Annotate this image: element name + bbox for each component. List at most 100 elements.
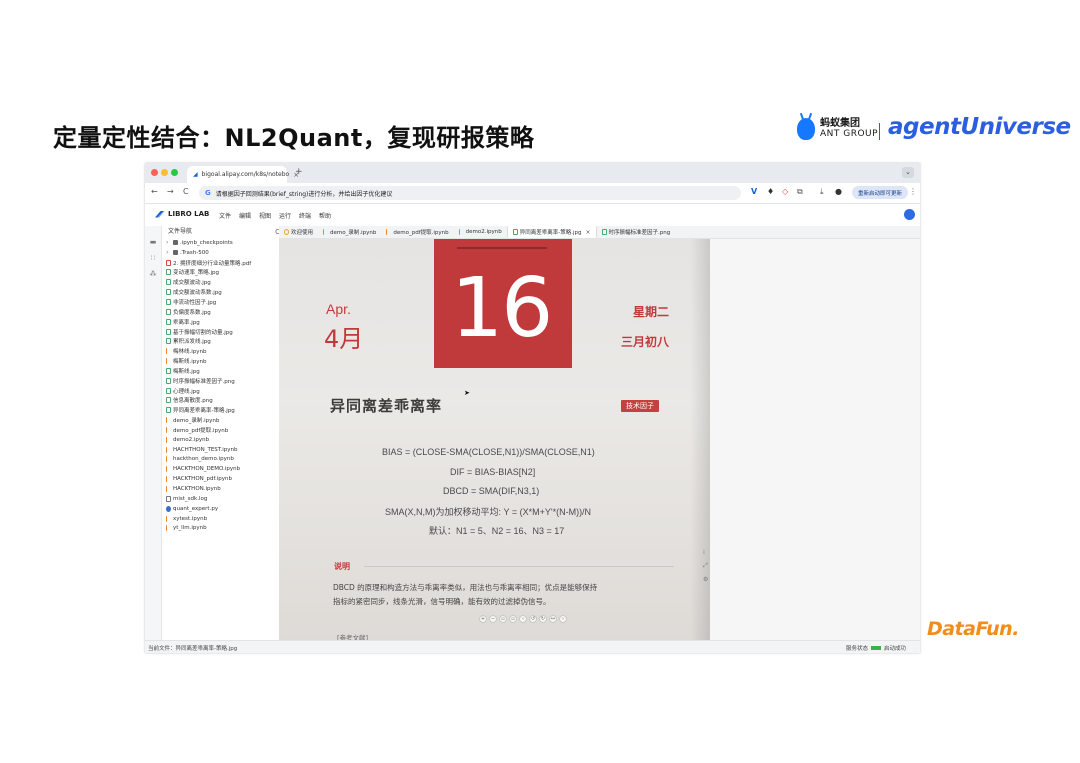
img-tab-icon	[512, 229, 518, 235]
forward-button[interactable]: →	[167, 187, 174, 196]
back-button[interactable]: ←	[151, 187, 158, 196]
img-file-icon	[166, 289, 171, 296]
fit-icon[interactable]: ▫	[499, 615, 507, 623]
menu-terminal[interactable]: 终端	[299, 211, 311, 220]
next-icon[interactable]: ›	[559, 615, 567, 623]
img-file-icon	[166, 387, 171, 394]
file-item-label: demo_录制.ipynb	[173, 418, 220, 425]
zoom-in-icon[interactable]: +	[479, 615, 487, 623]
grid-icon[interactable]: ∷	[149, 254, 157, 262]
chevron-right-icon[interactable]: ›	[166, 249, 171, 256]
editor-tab[interactable]: demo2.ipynb	[454, 226, 507, 238]
prev-icon[interactable]: ‹	[519, 615, 527, 623]
rotate-left-icon[interactable]: ↺	[529, 615, 537, 623]
file-item[interactable]: yt_llm.ipynb	[162, 523, 279, 533]
datafun-logo: DataFun.	[927, 618, 1019, 640]
file-item[interactable]: 非流动性因子.jpg	[162, 297, 279, 307]
img-file-icon	[166, 407, 171, 414]
maximize-window-button[interactable]	[171, 169, 178, 176]
file-item[interactable]: quant_expert.py	[162, 504, 279, 514]
file-item[interactable]: 变动速率_策略.jpg	[162, 268, 279, 278]
actual-size-icon[interactable]: ▫	[509, 615, 517, 623]
sidebar-toggle-icon[interactable]: ⁞	[703, 549, 708, 556]
file-item-label: mist_sdk.log	[173, 495, 208, 502]
tab-search-button[interactable]: ⌄	[902, 167, 914, 178]
file-item[interactable]: HACKTHON_DEMO.ipynb	[162, 464, 279, 474]
file-item[interactable]: demo_pdf提取.ipynb	[162, 425, 279, 435]
file-item[interactable]: demo_录制.ipynb	[162, 415, 279, 425]
expand-icon[interactable]: ⤢	[703, 562, 708, 570]
file-item[interactable]: 信息离散度.png	[162, 396, 279, 406]
address-bar[interactable]: G 请根据因子回测结果(brief_string)进行分析，并给出因子优化建议	[199, 186, 741, 200]
nb-file-icon	[166, 446, 171, 453]
file-item[interactable]: HACKTHON.ipynb	[162, 484, 279, 494]
file-item[interactable]: 心理线.jpg	[162, 386, 279, 396]
extension-drop-icon[interactable]: ♦	[767, 187, 774, 196]
extensions-puzzle-icon[interactable]: ⧉	[797, 187, 803, 197]
file-item-label: .Trash-500	[180, 249, 209, 256]
browser-menu-icon[interactable]: ⋮	[909, 187, 917, 196]
img-file-icon	[166, 308, 171, 315]
menu-edit[interactable]: 编辑	[239, 211, 251, 220]
update-browser-button[interactable]: 重新启动即可更新	[851, 186, 908, 199]
file-item[interactable]: › .Trash-500	[162, 248, 279, 258]
editor-tab[interactable]: 时序振幅标准差因子.png	[597, 226, 676, 238]
file-item[interactable]: 乖离率.jpg	[162, 317, 279, 327]
extension-diamond-icon[interactable]: ◇	[782, 187, 788, 196]
file-item-label: HACHTHON_TEST.ipynb	[173, 446, 238, 453]
menu-view[interactable]: 视图	[259, 211, 271, 220]
file-item[interactable]: 基于振幅切割的动量.jpg	[162, 327, 279, 337]
menu-run[interactable]: 运行	[279, 211, 291, 220]
editor-tab[interactable]: demo_录制.ipynb	[318, 226, 381, 238]
current-file-status: 当前文件：异同离差乖离率-策略.jpg	[148, 646, 238, 652]
welcome-tab-icon	[284, 229, 289, 235]
new-tab-button[interactable]: +	[295, 167, 303, 177]
menu-file[interactable]: 文件	[219, 211, 231, 220]
file-item-label: 心理线.jpg	[173, 388, 200, 395]
file-item[interactable]: 负偏度系数.jpg	[162, 307, 279, 317]
close-window-button[interactable]	[151, 169, 158, 176]
folder-icon[interactable]: ▬	[149, 238, 157, 246]
editor-tab-label: demo_pdf提取.ipynb	[393, 230, 449, 236]
flip-icon[interactable]: ↔	[549, 615, 557, 623]
file-item[interactable]: 成交额波动.jpg	[162, 277, 279, 287]
editor-tab[interactable]: demo_pdf提取.ipynb	[381, 226, 453, 238]
ant-logo-icon	[797, 118, 815, 140]
file-item[interactable]: HACKTHON_pdf.ipynb	[162, 474, 279, 484]
file-item[interactable]: 异同离差乖离率-策略.jpg	[162, 405, 279, 415]
settings-icon[interactable]: ⚙	[703, 576, 708, 583]
reload-button[interactable]: C	[183, 187, 189, 196]
download-icon[interactable]: ⤓	[820, 187, 824, 197]
file-item[interactable]: 2. 拥挤度细分行业动量策略.pdf	[162, 258, 279, 268]
file-item[interactable]: 时序振幅标准差因子.png	[162, 376, 279, 386]
calendar-weekday: 星期二	[633, 305, 670, 319]
file-item[interactable]: mist_sdk.log	[162, 494, 279, 504]
file-item[interactable]: 梅斯线.jpg	[162, 366, 279, 376]
formula-dbcd: DBCD = SMA(DIF,N3,1)	[443, 486, 540, 496]
file-item[interactable]: 梅斯线.ipynb	[162, 356, 279, 366]
file-item[interactable]: xytest.ipynb	[162, 514, 279, 524]
profile-avatar-icon[interactable]: ●	[835, 187, 842, 196]
chevron-right-icon[interactable]: ›	[166, 239, 171, 246]
zoom-out-icon[interactable]: −	[489, 615, 497, 623]
minimize-window-button[interactable]	[161, 169, 168, 176]
browser-tab[interactable]: ◢ bigoal.alipay.com/k8s/notebo ×	[187, 166, 299, 183]
editor-tab[interactable]: 异同离差乖离率-策略.jpg ×	[506, 226, 597, 238]
libro-lab-label: LIBRO LAB	[168, 210, 210, 218]
file-item[interactable]: 累积派发线.jpg	[162, 336, 279, 346]
extension-v-icon[interactable]: V	[751, 187, 757, 196]
close-tab-icon[interactable]: ×	[586, 229, 591, 236]
github-icon[interactable]	[904, 209, 915, 220]
tree-icon[interactable]: ⁂	[149, 270, 157, 278]
file-item[interactable]: 成交额波动系数.jpg	[162, 287, 279, 297]
file-item[interactable]: HACHTHON_TEST.ipynb	[162, 445, 279, 455]
file-item[interactable]: demo2.ipynb	[162, 435, 279, 445]
file-item[interactable]: › .ipynb_checkpoints	[162, 238, 279, 248]
nb-file-icon	[166, 348, 171, 355]
menu-help[interactable]: 帮助	[319, 211, 331, 220]
file-item[interactable]: hackthon_demo.ipynb	[162, 455, 279, 465]
editor-tab[interactable]: 欢迎使用	[279, 226, 318, 238]
rotate-right-icon[interactable]: ↻	[539, 615, 547, 623]
file-item[interactable]: 梅林线.ipynb	[162, 346, 279, 356]
calendar-binding	[457, 239, 547, 249]
